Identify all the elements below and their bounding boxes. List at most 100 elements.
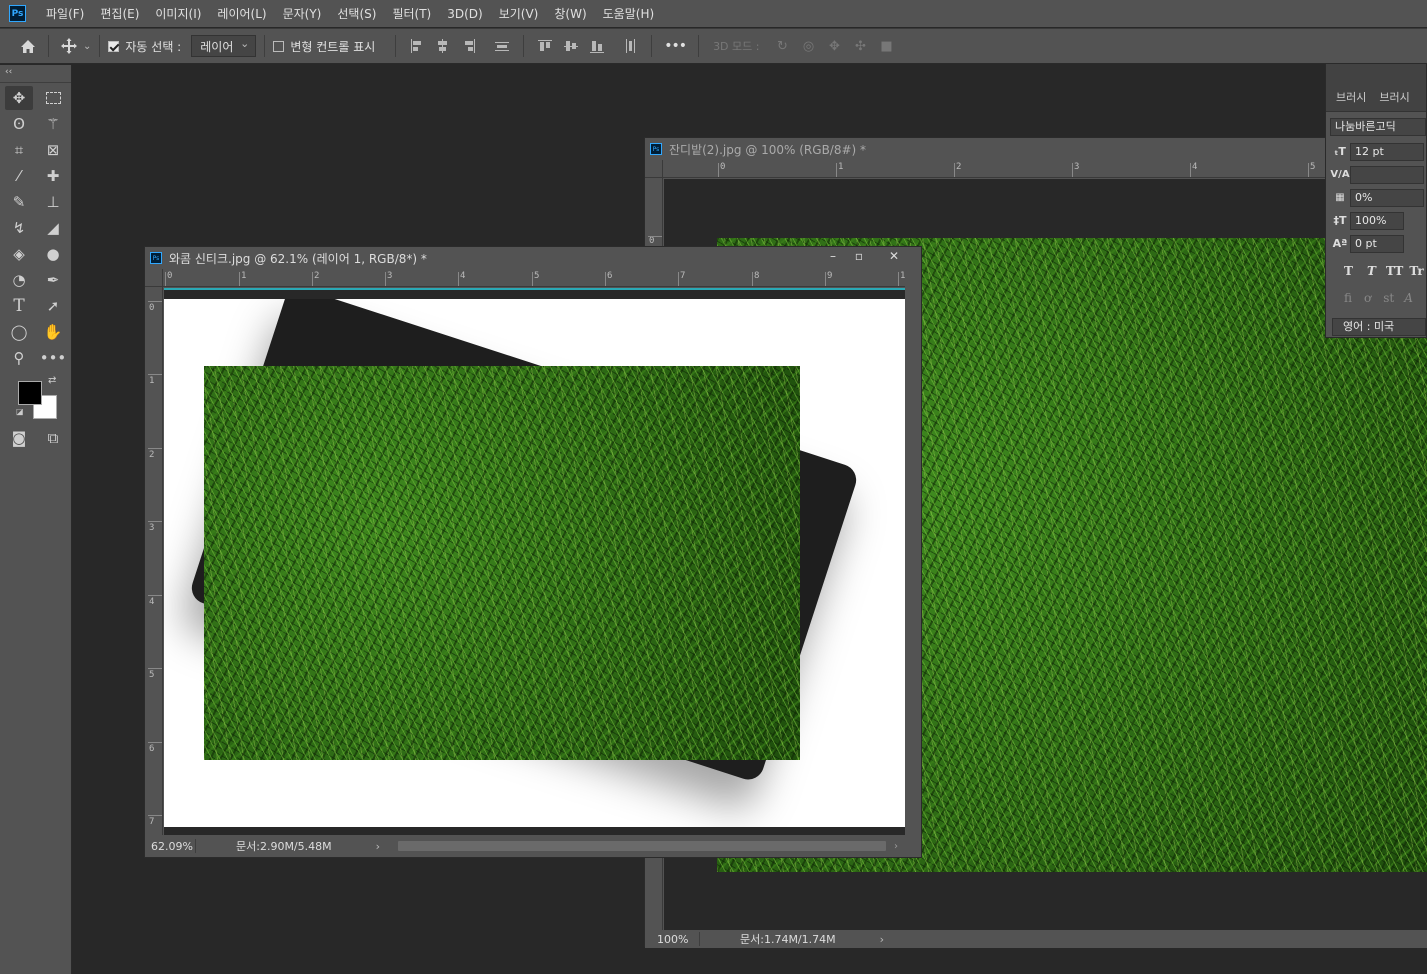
magic-wand-tool-icon[interactable]: ⚚ [36,111,70,137]
document-title-bar[interactable]: Ps 와콤 신티크.jpg @ 62.1% (레이어 1, RGB/8*) * … [145,247,921,269]
status-menu-chevron-icon[interactable]: › [880,933,884,946]
tracking-field[interactable]: 0% [1350,188,1424,207]
tab-brush-settings[interactable]: 브러시 [1379,89,1409,105]
menu-3d[interactable]: 3D(D) [447,7,482,21]
menu-edit[interactable]: 편집(E) [100,5,139,22]
close-button[interactable]: ✕ [881,249,907,263]
menu-window[interactable]: 창(W) [554,5,586,22]
swash-button[interactable]: st [1383,291,1394,305]
blur-tool-icon[interactable]: ● [36,241,70,267]
auto-select-dropdown[interactable]: 레이어 [191,35,257,57]
baseline-shift-field[interactable]: 0 pt [1350,234,1404,253]
stylistic-alternates-button[interactable]: A [1404,291,1413,305]
marquee-tool-icon[interactable] [36,85,70,111]
menu-select[interactable]: 선택(S) [337,5,376,22]
screen-mode-icon[interactable]: ⧉ [36,425,70,451]
menu-image[interactable]: 이미지(I) [155,5,201,22]
all-caps-button[interactable]: TT [1386,264,1403,278]
more-options-button[interactable]: ••• [664,38,687,54]
align-hcenter-icon[interactable] [435,38,451,54]
more-tools-icon[interactable]: ••• [36,345,70,371]
auto-select-checkbox[interactable] [108,40,120,52]
zoom-level[interactable]: 62.09% [151,840,195,853]
dodge-tool-icon[interactable]: ◔ [2,267,36,293]
ruler-label: 7 [680,271,686,281]
document-canvas-area[interactable] [164,288,906,835]
horizontal-ruler[interactable]: 0 1 2 3 4 5 [663,160,1427,178]
ligatures-button[interactable]: fi [1344,291,1352,305]
zoom-tool-icon[interactable]: ⚲ [2,345,36,371]
ruler-label: 3 [387,271,393,281]
tab-brush[interactable]: 브러시 [1336,89,1366,105]
tools-collapse-button[interactable]: ‹‹ [0,65,71,83]
document-title-bar[interactable]: Ps 잔디밭(2).jpg @ 100% (RGB/8#) * [645,138,1426,160]
small-caps-button[interactable]: Tr [1409,264,1423,278]
paint-bucket-tool-icon[interactable]: ◈ [2,241,36,267]
default-colors-icon[interactable]: ◪ [16,407,24,416]
vertical-scale-field[interactable]: 100% [1350,211,1404,230]
menu-filter[interactable]: 필터(T) [392,5,431,22]
crop-tool-icon[interactable]: ⌗ [2,137,36,163]
language-dropdown[interactable]: 영어 : 미국 [1332,317,1426,336]
quick-mask-icon[interactable]: ◙ [2,425,36,451]
chevron-down-icon[interactable]: ⌄ [83,41,91,52]
brush-tool-icon[interactable]: ✎ [2,189,36,215]
eraser-tool-icon[interactable]: ◢ [36,215,70,241]
minimize-button[interactable]: – [821,249,845,263]
vertical-scrollbar[interactable] [905,287,921,835]
home-icon[interactable] [16,34,40,58]
font-size-icon: ₜT [1334,145,1346,158]
faux-bold-button[interactable]: T [1344,264,1353,278]
swap-colors-icon[interactable]: ⇄ [48,375,56,386]
menu-layer[interactable]: 레이어(L) [217,5,266,22]
horizontal-scrollbar[interactable] [398,841,887,851]
transform-controls-checkbox[interactable] [273,40,285,52]
align-vcenter-icon[interactable] [563,38,579,54]
lasso-tool-icon[interactable]: ʘ [2,111,36,137]
ruler-label: 0 [649,236,655,246]
font-family-field[interactable]: 나눔바른고딕 [1330,117,1426,136]
eyedropper-tool-icon[interactable]: ⁄ [2,163,36,189]
ellipse-tool-icon[interactable]: ◯ [2,319,36,345]
distribute-horizontal-icon[interactable] [494,38,510,54]
document-window-front[interactable]: Ps 와콤 신티크.jpg @ 62.1% (레이어 1, RGB/8*) * … [144,246,922,858]
frame-tool-icon[interactable]: ⊠ [36,137,70,163]
stamp-tool-icon[interactable]: ⊥ [36,189,70,215]
foreground-color-swatch[interactable] [18,381,42,405]
align-left-icon[interactable] [409,38,425,54]
maximize-button[interactable]: ▫ [847,249,871,263]
ruler-label: 1 [149,376,155,386]
scroll-right-icon[interactable]: › [894,841,898,852]
path-selection-tool-icon[interactable]: ➚ [36,293,70,319]
status-menu-chevron-icon[interactable]: › [376,840,380,853]
ruler-origin[interactable] [145,269,163,287]
document-canvas[interactable] [164,299,905,827]
ruler-origin[interactable] [645,160,663,178]
menu-type[interactable]: 문자(Y) [283,5,322,22]
align-bottom-icon[interactable] [589,38,605,54]
move-tool-icon[interactable] [57,34,81,58]
grass-layer-image[interactable] [204,366,800,760]
discretionary-ligatures-button[interactable]: ơ [1364,291,1371,305]
distribute-vertical-icon[interactable] [622,38,638,54]
font-size-field[interactable]: 12 pt [1350,142,1424,161]
menu-view[interactable]: 보기(V) [499,5,539,22]
vertical-ruler[interactable]: 0 1 2 3 4 5 6 7 [145,287,163,835]
pen-tool-icon[interactable]: ✒ [36,267,70,293]
ruler-label: 6 [149,744,155,754]
align-right-icon[interactable] [461,38,477,54]
ruler-label: 6 [607,271,613,281]
photoshop-logo-icon[interactable]: Ps [9,5,26,22]
history-brush-tool-icon[interactable]: ↯ [2,215,36,241]
healing-brush-tool-icon[interactable]: ✚ [36,163,70,189]
type-tool-icon[interactable]: T [2,293,36,319]
horizontal-ruler[interactable]: 0 1 2 3 4 5 6 7 8 9 1 [163,269,905,287]
zoom-level[interactable]: 100% [657,933,699,946]
hand-tool-icon[interactable]: ✋ [36,319,70,345]
faux-italic-button[interactable]: T [1367,264,1376,278]
menu-file[interactable]: 파일(F) [46,5,84,22]
menu-help[interactable]: 도움말(H) [603,5,655,22]
move-tool-icon[interactable]: ✥ [5,86,33,110]
align-top-icon[interactable] [537,38,553,54]
kerning-field[interactable] [1350,165,1424,184]
